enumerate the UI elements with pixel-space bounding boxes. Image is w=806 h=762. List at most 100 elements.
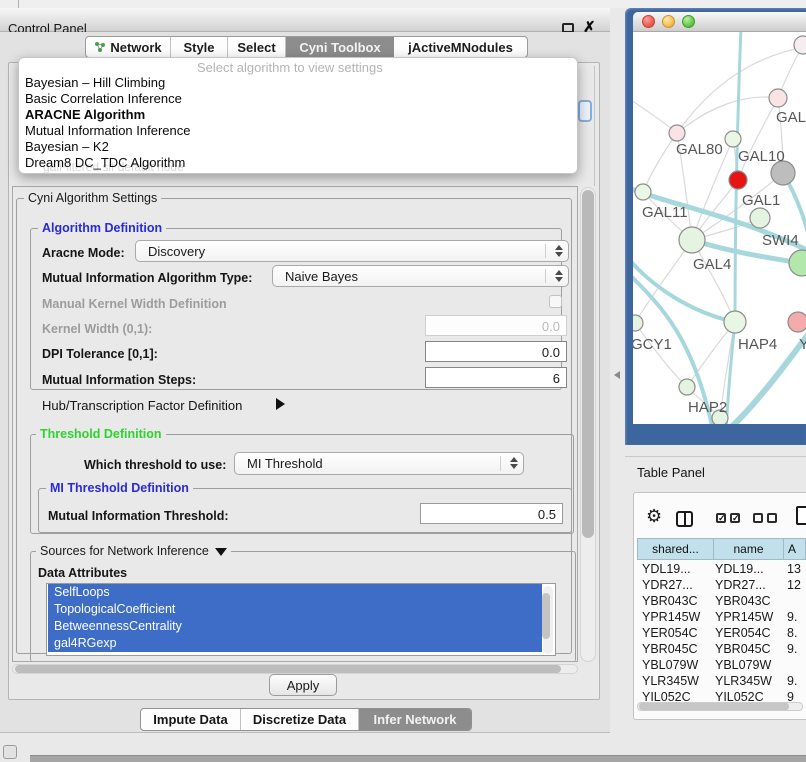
tab-select[interactable]: Select bbox=[228, 37, 286, 57]
network-node[interactable] bbox=[725, 131, 741, 147]
stepper-icon bbox=[555, 270, 563, 282]
tab-network[interactable]: Network bbox=[86, 37, 171, 57]
network-node[interactable] bbox=[633, 315, 643, 331]
tab-infer-network[interactable]: Infer Network bbox=[359, 709, 471, 730]
table-row[interactable]: YDR27...YDR27...12 bbox=[637, 577, 806, 593]
algorithm-option[interactable]: Basic Correlation Inference bbox=[23, 91, 573, 107]
tab-cyni-toolbox[interactable]: Cyni Toolbox bbox=[286, 37, 394, 57]
network-node[interactable] bbox=[789, 250, 806, 276]
list-scrollbar-thumb[interactable] bbox=[542, 593, 550, 639]
table-row[interactable]: YER054CYER054C8. bbox=[637, 625, 806, 641]
table-row[interactable]: YLR345WYLR345W9. bbox=[637, 673, 806, 689]
manual-kernel-width-checkbox[interactable] bbox=[549, 295, 562, 308]
column-header-partial[interactable]: A bbox=[784, 539, 805, 559]
network-node[interactable] bbox=[669, 125, 685, 141]
occluded-combo-stepper bbox=[578, 100, 592, 122]
network-view-canvas[interactable]: GALGAL80GAL10GAL1GAL11SWI4GAL4GCY1HAP4YH… bbox=[633, 32, 806, 424]
network-node[interactable] bbox=[679, 227, 705, 253]
combo-divider bbox=[545, 269, 546, 283]
minimize-window-icon[interactable] bbox=[662, 15, 675, 28]
table-row[interactable]: YBR045CYBR045C9. bbox=[637, 641, 806, 657]
network-node-label: SWI4 bbox=[762, 232, 799, 249]
algorithm-dropdown-popup: galFiltered.sif default node Select algo… bbox=[18, 57, 578, 174]
stepper-icon bbox=[555, 245, 563, 257]
deselect-all-checkbox-icon[interactable] bbox=[767, 513, 777, 523]
tab-jactivemnodules[interactable]: jActiveMNodules bbox=[394, 37, 527, 57]
network-node-label: GAL bbox=[776, 109, 806, 126]
table-row[interactable]: YPR145WYPR145W9. bbox=[637, 609, 806, 625]
mi-algorithm-type-select[interactable]: Naive Bayes bbox=[272, 265, 569, 287]
network-node[interactable] bbox=[769, 89, 787, 107]
select-all-checkbox-icon[interactable]: ✓ bbox=[716, 513, 726, 523]
kernel-width-field[interactable]: 0.0 bbox=[425, 315, 567, 336]
column-header-name[interactable]: name bbox=[714, 539, 784, 559]
attribute-list-item[interactable]: gal4RGexp bbox=[48, 635, 542, 652]
tab-impute-data[interactable]: Impute Data bbox=[141, 709, 241, 730]
network-window-titlebar[interactable] bbox=[633, 12, 806, 32]
attribute-list-item[interactable]: TopologicalCoefficient bbox=[48, 601, 542, 618]
network-node[interactable] bbox=[788, 312, 806, 332]
table-panel-title: Table Panel bbox=[637, 465, 705, 480]
table-cell: YIL052C bbox=[713, 689, 783, 701]
table-row[interactable]: YDL19...YDL19...13 bbox=[637, 561, 806, 577]
expander-arrow-icon[interactable] bbox=[276, 398, 285, 410]
document-icon[interactable] bbox=[796, 506, 806, 525]
attribute-list-item[interactable]: SelfLoops bbox=[48, 584, 542, 601]
algorithm-option[interactable]: Dream8 DC_TDC Algorithm bbox=[23, 155, 573, 171]
aracne-mode-select[interactable]: Discovery bbox=[135, 240, 569, 262]
algorithm-option[interactable]: Bayesian – Hill Climbing bbox=[23, 75, 573, 91]
gear-icon[interactable]: ⚙ bbox=[646, 506, 662, 527]
table-cell: YIL052C bbox=[637, 689, 713, 701]
network-node[interactable] bbox=[729, 171, 747, 189]
deselect-all-checkbox-icon[interactable] bbox=[753, 513, 763, 523]
column-header-shared[interactable]: shared... bbox=[638, 539, 714, 559]
control-panel-tabbar: Network Style Select Cyni Toolbox jActiv… bbox=[85, 36, 528, 58]
network-node[interactable] bbox=[794, 36, 806, 54]
list-scrollbar[interactable] bbox=[543, 586, 553, 654]
table-rows: YDL19...YDL19...13YDR27...YDR27...12YBR0… bbox=[637, 561, 806, 701]
collapse-arrow-icon bbox=[215, 548, 227, 556]
combo-divider bbox=[545, 244, 546, 258]
tab-discretize-data[interactable]: Discretize Data bbox=[241, 709, 359, 730]
tab-style-label: Style bbox=[183, 40, 214, 55]
algorithm-option[interactable]: ARACNE Algorithm bbox=[23, 107, 573, 123]
mi-steps-field[interactable]: 6 bbox=[425, 367, 567, 388]
table-row[interactable]: YBR043CYBR043C bbox=[637, 593, 806, 609]
network-node[interactable] bbox=[679, 379, 695, 395]
network-node-label: GCY1 bbox=[633, 336, 672, 353]
network-node[interactable] bbox=[724, 311, 746, 333]
aracne-mode-label: Aracne Mode: bbox=[42, 246, 125, 260]
algorithm-options-list: Bayesian – Hill ClimbingBasic Correlatio… bbox=[23, 75, 573, 171]
table-cell: YBR045C bbox=[637, 641, 713, 657]
table-horizontal-scrollbar-thumb[interactable] bbox=[639, 703, 789, 710]
table-cell: YPR145W bbox=[637, 609, 713, 625]
columns-icon[interactable] bbox=[676, 511, 693, 527]
network-node[interactable] bbox=[635, 184, 651, 200]
dpi-tolerance-field[interactable]: 0.0 bbox=[425, 341, 567, 362]
table-row[interactable]: YBL079WYBL079W bbox=[637, 657, 806, 673]
hub-definition-label[interactable]: Hub/Transcription Factor Definition bbox=[42, 398, 242, 413]
algorithm-option[interactable]: Mutual Information Inference bbox=[23, 123, 573, 139]
table-cell bbox=[783, 593, 806, 609]
zoom-window-icon[interactable] bbox=[682, 15, 695, 28]
table-row[interactable]: YIL052CYIL052C9 bbox=[637, 689, 806, 701]
attribute-list-item[interactable]: BetweennessCentrality bbox=[48, 618, 542, 635]
apply-button[interactable]: Apply bbox=[269, 674, 337, 696]
algorithm-placeholder: Select algorithm to view settings bbox=[197, 60, 383, 75]
algorithm-option[interactable]: Bayesian – K2 bbox=[23, 139, 573, 155]
horizontal-scrollbar-thumb[interactable] bbox=[15, 665, 561, 673]
vertical-scrollbar-thumb[interactable] bbox=[582, 190, 594, 538]
tab-network-label: Network bbox=[110, 40, 161, 55]
table-cell bbox=[783, 657, 806, 673]
algorithm-definition-title: Algorithm Definition bbox=[38, 221, 166, 235]
data-attributes-list[interactable]: SelfLoopsTopologicalCoefficientBetweenne… bbox=[46, 583, 556, 656]
tab-style[interactable]: Style bbox=[171, 37, 228, 57]
table-cell: YDR27... bbox=[713, 577, 783, 593]
sources-group-title[interactable]: Sources for Network Inference bbox=[36, 544, 231, 558]
mi-threshold-field[interactable]: 0.5 bbox=[420, 503, 563, 524]
dock-panel-icon[interactable] bbox=[3, 745, 17, 759]
select-all-checkbox-icon[interactable]: ✓ bbox=[730, 513, 740, 523]
close-window-icon[interactable] bbox=[642, 15, 655, 28]
which-threshold-select[interactable]: MI Threshold bbox=[234, 452, 524, 475]
network-node[interactable] bbox=[750, 208, 770, 228]
